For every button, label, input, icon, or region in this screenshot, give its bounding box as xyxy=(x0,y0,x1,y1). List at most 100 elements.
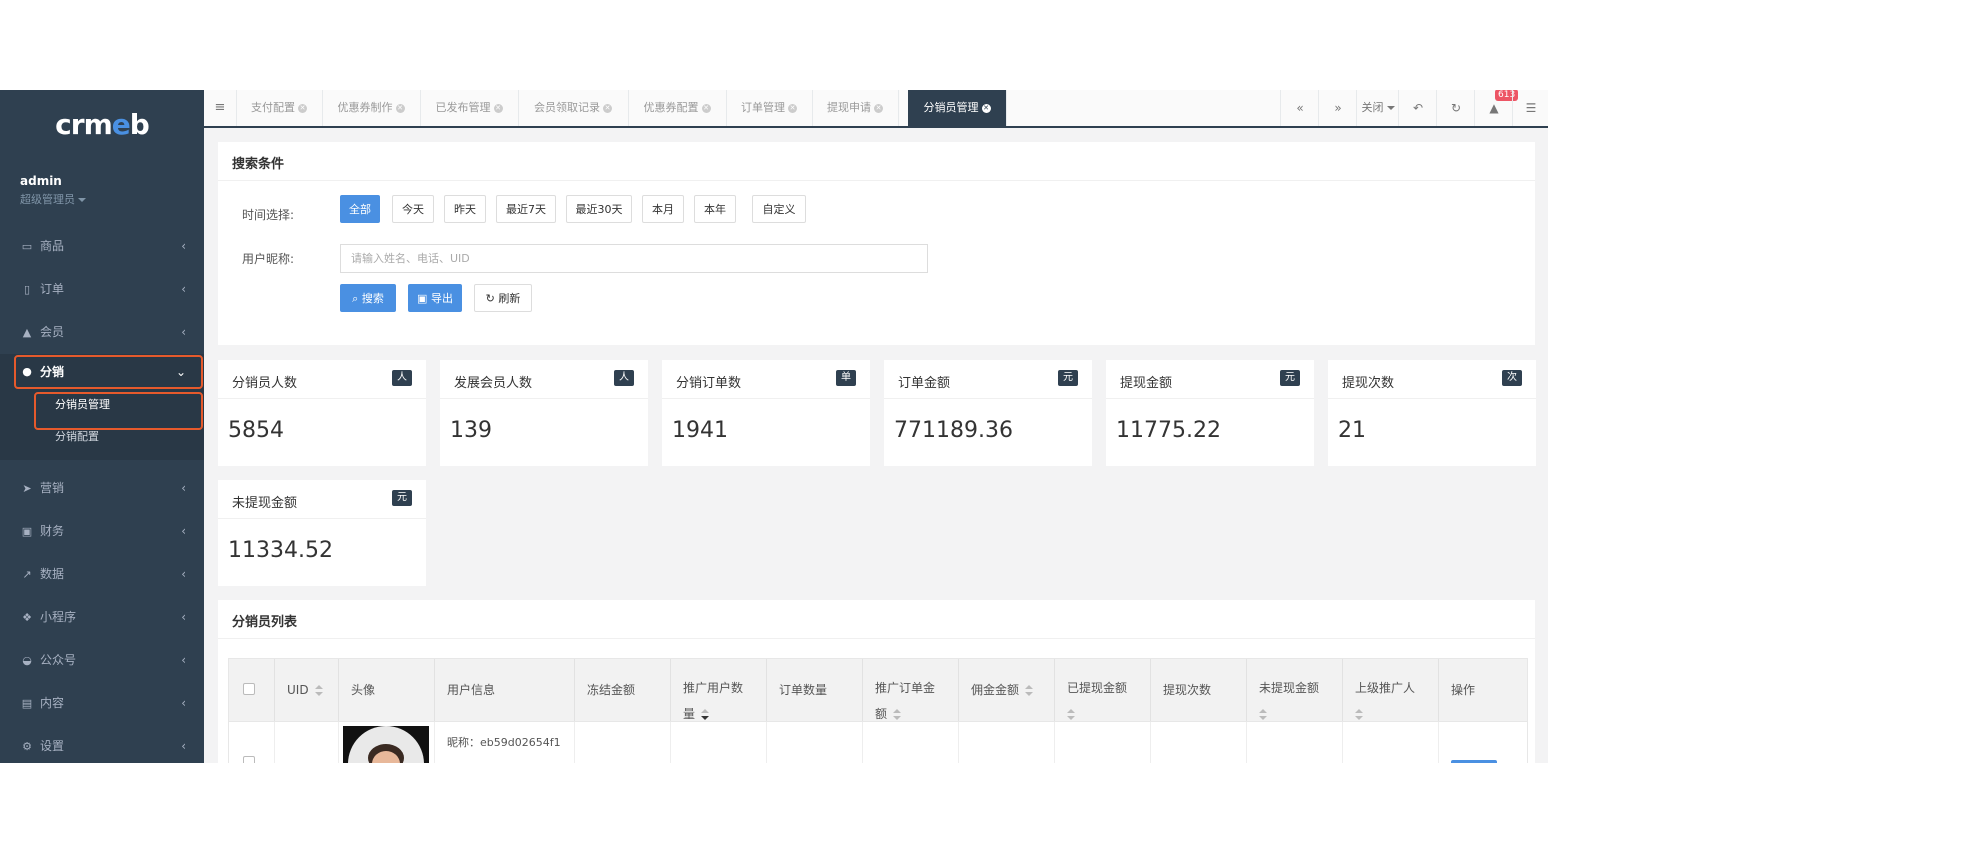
close-tabs-label: 关闭 xyxy=(1361,101,1384,114)
sidebar-item-products[interactable]: ▭ 商品 ‹ xyxy=(0,225,204,268)
tab-label: 支付配置 xyxy=(251,101,295,114)
sidebar-item-label: 数据 xyxy=(40,567,65,581)
tab-member-claim-records[interactable]: 会员领取记录 ✕ xyxy=(518,90,629,126)
actions-cell xyxy=(1439,722,1527,763)
row-checkbox[interactable] xyxy=(243,756,255,763)
divider xyxy=(1328,398,1536,399)
tab-label: 优惠券配置 xyxy=(643,101,699,114)
highlight-box-distributor-management xyxy=(34,392,203,430)
close-tab-icon[interactable]: ✕ xyxy=(874,103,883,113)
column-withdrawn-amount[interactable]: 已提现金额 xyxy=(1055,659,1151,721)
export-button[interactable]: ▣ 导出 xyxy=(408,284,462,312)
sidebar-item-official-account[interactable]: ◒ 公众号 ‹ xyxy=(0,639,204,682)
tab-coupon-create[interactable]: 优惠券制作 ✕ xyxy=(322,90,421,126)
sidebar-item-finance[interactable]: ▣ 财务 ‹ xyxy=(0,510,204,553)
column-order-count: 订单数量 xyxy=(767,659,863,721)
scroll-tabs-right-icon[interactable]: » xyxy=(1318,90,1357,126)
column-header-label: 订单数量 xyxy=(779,683,828,697)
chevron-left-icon: ‹ xyxy=(181,282,186,296)
avatar[interactable] xyxy=(343,726,429,763)
sidebar-item-label: 商品 xyxy=(40,239,65,253)
gear-icon: ⚙ xyxy=(22,740,32,753)
laptop-icon: ▭ xyxy=(21,240,33,253)
select-all-checkbox[interactable] xyxy=(243,683,255,695)
column-promoted-order-amount[interactable]: 推广订单金额 xyxy=(863,659,959,721)
stat-card-unwithdrawn-amount: 未提现金额 元 11334.52 xyxy=(218,480,426,586)
time-option-this-year[interactable]: 本年 xyxy=(694,195,736,223)
nickname-label: 用户昵称: xyxy=(242,252,295,266)
sort-icon xyxy=(1067,708,1075,721)
stat-card-distribution-orders: 分销订单数 单 1941 xyxy=(662,360,870,466)
close-tab-icon[interactable]: ✕ xyxy=(395,103,405,113)
search-button[interactable]: ⌕ 搜索 xyxy=(340,284,396,312)
user-icon: ▲ xyxy=(22,326,32,339)
nickname-search-input[interactable] xyxy=(340,244,928,273)
tab-order-management[interactable]: 订单管理 ✕ xyxy=(726,90,813,126)
profile-role-label: 超级管理员 xyxy=(20,193,75,206)
tab-coupon-config[interactable]: 优惠券配置 ✕ xyxy=(628,90,727,126)
time-option-yesterday[interactable]: 昨天 xyxy=(444,195,486,223)
scroll-tabs-left-icon[interactable]: « xyxy=(1280,90,1319,126)
sidebar-item-marketing[interactable]: ➤ 营销 ‹ xyxy=(0,467,204,510)
tab-published-management[interactable]: 已发布管理 ✕ xyxy=(420,90,519,126)
sidebar-item-label: 内容 xyxy=(40,696,65,710)
time-option-custom[interactable]: 自定义 xyxy=(752,195,806,223)
back-icon[interactable]: ↶ xyxy=(1398,90,1437,126)
column-header-label: 未提现金额 xyxy=(1259,675,1319,727)
stat-title: 发展会员人数 xyxy=(454,376,533,391)
stat-unit-badge: 人 xyxy=(614,370,634,386)
stat-unit-badge: 元 xyxy=(1058,370,1078,386)
sidebar-item-content[interactable]: ▤ 内容 ‹ xyxy=(0,682,204,725)
refresh-button[interactable]: ↻ 刷新 xyxy=(474,284,532,312)
close-tab-icon[interactable]: ✕ xyxy=(788,103,797,113)
close-tab-icon[interactable]: ✕ xyxy=(493,103,503,113)
stat-unit-badge: 单 xyxy=(836,370,856,386)
superior-promoter-cell xyxy=(1343,722,1439,763)
save-icon: ▣ xyxy=(417,292,428,305)
chevron-left-icon: ‹ xyxy=(181,481,186,495)
column-uid[interactable]: UID xyxy=(275,659,339,721)
sidebar-item-data[interactable]: ↗ 数据 ‹ xyxy=(0,553,204,596)
sidebar-item-label: 财务 xyxy=(40,524,65,538)
chevron-left-icon: ‹ xyxy=(181,653,186,667)
refresh-icon[interactable]: ↻ xyxy=(1436,90,1475,126)
column-header-label: 推广订单金额 xyxy=(875,681,936,721)
tab-withdraw-requests[interactable]: 提现申请 ✕ xyxy=(812,90,899,126)
time-option-all[interactable]: 全部 xyxy=(340,195,380,223)
tab-label: 分销员管理 xyxy=(923,101,979,114)
stat-value: 139 xyxy=(450,418,492,443)
close-tab-icon[interactable]: ✕ xyxy=(603,103,612,113)
sidebar-item-members[interactable]: ▲ 会员 ‹ xyxy=(0,311,204,354)
menu-toggle-icon[interactable]: ≡ xyxy=(204,90,237,126)
profile-role-dropdown[interactable]: 超级管理员 xyxy=(20,191,86,207)
divider xyxy=(662,398,870,399)
column-unwithdrawn-amount[interactable]: 未提现金额 xyxy=(1247,659,1343,721)
column-commission-amount[interactable]: 佣金金额 xyxy=(959,659,1055,721)
close-tabs-dropdown[interactable]: 关闭 xyxy=(1356,90,1399,126)
notification-bell-icon[interactable]: ▲ 613 xyxy=(1474,90,1519,126)
sidebar-item-miniprogram[interactable]: ❖ 小程序 ‹ xyxy=(0,596,204,639)
stat-title: 提现金额 xyxy=(1120,376,1173,391)
column-superior-promoter[interactable]: 上级推广人 xyxy=(1343,659,1439,721)
time-option-this-month[interactable]: 本月 xyxy=(642,195,684,223)
tab-distributor-management[interactable]: 分销员管理 ✕ xyxy=(908,90,1007,126)
sidebar-item-orders[interactable]: ▯ 订单 ‹ xyxy=(0,268,204,311)
close-tab-icon[interactable]: ✕ xyxy=(981,103,991,113)
sidebar-item-settings[interactable]: ⚙ 设置 ‹ xyxy=(0,725,204,763)
time-option-today[interactable]: 今天 xyxy=(392,195,434,223)
close-tab-icon[interactable]: ✕ xyxy=(701,103,711,113)
more-menu-icon[interactable]: ☰ xyxy=(1512,90,1548,126)
close-tab-icon[interactable]: ✕ xyxy=(298,103,307,113)
stat-title: 订单金额 xyxy=(898,376,951,391)
stat-value: 1941 xyxy=(672,418,728,443)
column-promoted-users[interactable]: 推广用户数量 xyxy=(671,659,767,721)
action-button[interactable] xyxy=(1451,760,1497,763)
time-option-last-7-days[interactable]: 最近7天 xyxy=(496,195,556,223)
export-button-label: 导出 xyxy=(430,292,453,305)
column-header-label: 操作 xyxy=(1451,683,1476,697)
tab-payment-config[interactable]: 支付配置 ✕ xyxy=(236,90,323,126)
time-option-last-30-days[interactable]: 最近30天 xyxy=(566,195,632,223)
column-frozen-amount: 冻结金额 xyxy=(575,659,671,721)
column-withdraw-count: 提现次数 xyxy=(1151,659,1247,721)
sidebar-item-label: 会员 xyxy=(40,325,65,339)
